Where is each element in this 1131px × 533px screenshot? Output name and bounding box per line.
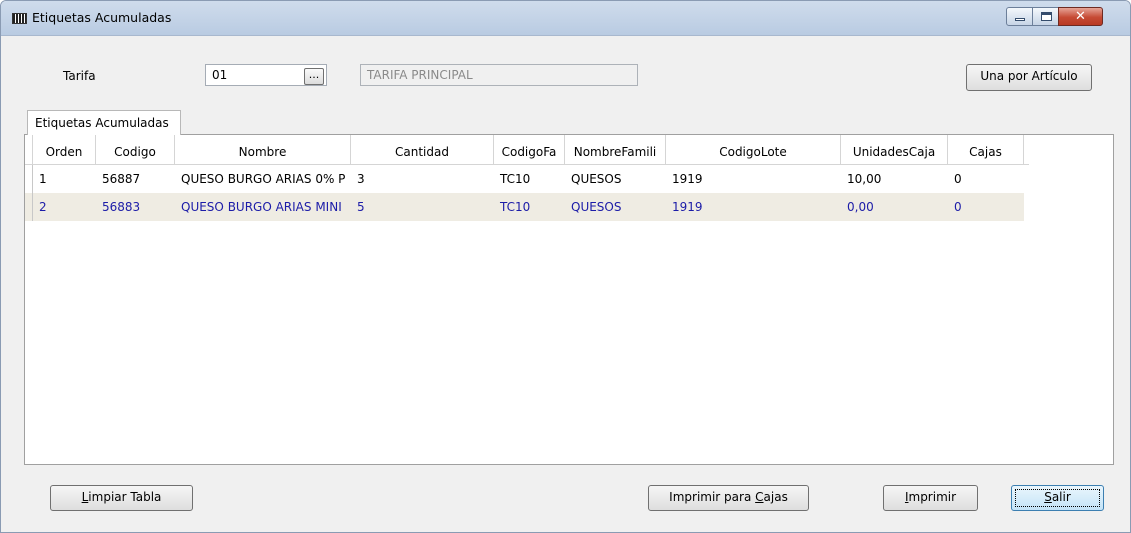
imprimir-cajas-label-prefix: Imprimir para (669, 490, 756, 504)
row-indicator (25, 165, 33, 193)
window-title: Etiquetas Acumuladas (32, 10, 172, 25)
cell-cantidad[interactable]: 5 (351, 193, 494, 221)
header-indicator (25, 135, 33, 164)
cell-unidadescaja[interactable]: 10,00 (841, 165, 948, 193)
column-header-orden[interactable]: Orden (33, 135, 96, 164)
maximize-icon (1041, 12, 1052, 21)
grid-header: Orden Codigo Nombre Cantidad CodigoFa No… (25, 135, 1029, 165)
tab-panel: Orden Codigo Nombre Cantidad CodigoFa No… (24, 134, 1114, 465)
una-por-articulo-label: Una por Artículo (980, 69, 1078, 83)
tarifa-label: Tarifa (63, 69, 96, 83)
limpiar-tabla-button[interactable]: Limpiar Tabla (50, 485, 193, 511)
cell-cajas[interactable]: 0 (948, 165, 1024, 193)
cell-orden-value: 1 (39, 172, 47, 186)
minimize-icon (1015, 18, 1025, 21)
close-icon: ✕ (1075, 9, 1086, 24)
imprimir-cajas-accelerator: C (755, 490, 764, 504)
tarifa-name-field: TARIFA PRINCIPAL (360, 64, 638, 86)
tab-etiquetas-acumuladas[interactable]: Etiquetas Acumuladas (27, 110, 181, 135)
cell-nombrefamili[interactable]: QUESOS (565, 165, 666, 193)
salir-button[interactable]: Salir (1011, 485, 1104, 511)
cell-nombre[interactable]: QUESO BURGO ARIAS MINI (175, 193, 351, 221)
cell-orden[interactable]: 1 (33, 165, 96, 193)
column-header-codigo[interactable]: Codigo (96, 135, 175, 164)
cell-codigolote[interactable]: 1919 (666, 165, 841, 193)
title-bar[interactable]: Etiquetas Acumuladas ✕ (1, 1, 1130, 36)
cell-codigofa[interactable]: TC10 (494, 193, 565, 221)
column-header-nombrefamili[interactable]: NombreFamili (565, 135, 666, 164)
cell-cajas[interactable]: 0 (948, 193, 1024, 221)
main-window: Etiquetas Acumuladas ✕ Tarifa 01 ... TAR… (0, 0, 1131, 533)
barcode-icon (12, 13, 27, 24)
column-header-unidadescaja[interactable]: UnidadesCaja (841, 135, 948, 164)
table-row[interactable]: 2 56883 QUESO BURGO ARIAS MINI 5 TC10 QU… (25, 193, 1024, 221)
cell-nombrefamili[interactable]: QUESOS (565, 193, 666, 221)
column-header-codigofa[interactable]: CodigoFa (494, 135, 565, 164)
maximize-button[interactable] (1032, 7, 1059, 26)
cell-codigofa[interactable]: TC10 (494, 165, 565, 193)
tarifa-name-value: TARIFA PRINCIPAL (367, 68, 473, 82)
minimize-button[interactable] (1006, 7, 1033, 26)
column-header-codigolote[interactable]: CodigoLote (666, 135, 841, 164)
tarifa-code-value: 01 (212, 68, 228, 82)
cell-nombre[interactable]: QUESO BURGO ARIAS 0% P (175, 165, 351, 193)
imprimir-button[interactable]: Imprimir (883, 485, 978, 511)
cell-codigo[interactable]: 56887 (96, 165, 175, 193)
table-row[interactable]: 1 56887 QUESO BURGO ARIAS 0% P 3 TC10 QU… (25, 165, 1024, 193)
cell-orden[interactable]: 2 (33, 193, 96, 221)
imprimir-cajas-label-rest: ajas (763, 490, 788, 504)
focus-ring (1015, 489, 1100, 507)
cell-codigolote[interactable]: 1919 (666, 193, 841, 221)
imprimir-para-cajas-button[interactable]: Imprimir para Cajas (648, 485, 809, 511)
cell-codigo[interactable]: 56883 (96, 193, 175, 221)
column-header-cajas[interactable]: Cajas (948, 135, 1024, 164)
row-indicator (25, 193, 33, 221)
tarifa-lookup-button[interactable]: ... (304, 68, 324, 85)
limpiar-label: impiar Tabla (88, 490, 162, 504)
imprimir-label: mprimir (908, 490, 957, 504)
cell-unidadescaja[interactable]: 0,00 (841, 193, 948, 221)
close-button[interactable]: ✕ (1058, 7, 1103, 26)
column-header-nombre[interactable]: Nombre (175, 135, 351, 164)
cell-cantidad[interactable]: 3 (351, 165, 494, 193)
una-por-articulo-button[interactable]: Una por Artículo (966, 64, 1092, 91)
column-header-cantidad[interactable]: Cantidad (351, 135, 494, 164)
